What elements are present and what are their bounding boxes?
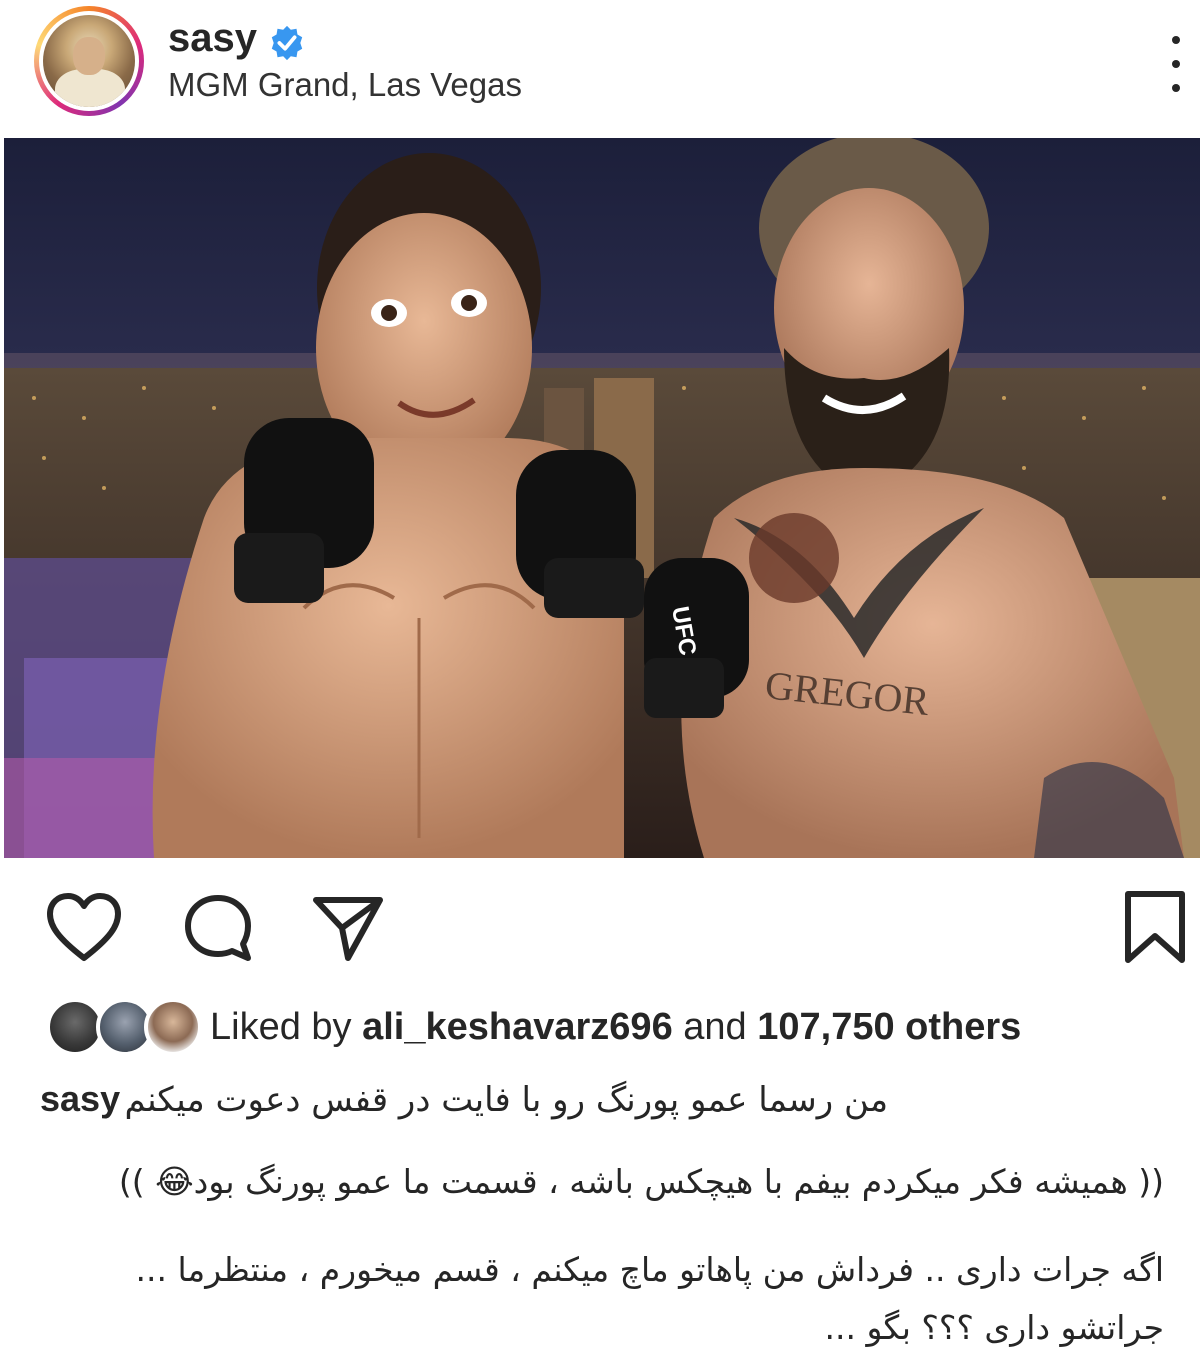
liker-avatar: [144, 998, 202, 1056]
avatar-photo: [43, 15, 135, 107]
post-header: sasy MGM Grand, Las Vegas: [0, 0, 1200, 138]
liked-by-user-link[interactable]: ali_keshavarz696: [362, 1006, 673, 1048]
post-image[interactable]: GREGOR UFC: [4, 138, 1200, 858]
heart-icon[interactable]: [46, 892, 122, 964]
bookmark-icon[interactable]: [1122, 890, 1188, 964]
post-location[interactable]: MGM Grand, Las Vegas: [168, 66, 522, 104]
likes-and: and: [683, 1006, 747, 1048]
comment-icon[interactable]: [182, 892, 254, 964]
caption-text-line2: اگه جرات داری .. فرداش من پاهاتو ماچ میک…: [135, 1250, 1164, 1289]
paper-plane-icon[interactable]: [312, 892, 384, 964]
likes-summary: Liked by ali_keshavarz696 and 107,750 ot…: [44, 996, 1184, 1062]
caption-text-line3: جراتشو داری ؟؟؟ بگو ...: [824, 1308, 1164, 1347]
caption-username[interactable]: sasy: [40, 1078, 120, 1119]
caption-text-line0: من رسما عمو پورنگ رو با فایت در قفس دعوت…: [124, 1080, 889, 1120]
profile-avatar[interactable]: [34, 6, 144, 116]
likes-count-link[interactable]: 107,750 others: [757, 1006, 1021, 1048]
likes-text: Liked by ali_keshavarz696 and 107,750 ot…: [210, 1006, 1021, 1049]
username[interactable]: sasy: [168, 16, 257, 61]
caption-text-line1: (( همیشه فکر میکردم بیفم با هیچکس باشه ،…: [118, 1162, 1164, 1201]
caption-first-line: sasy من رسما عمو پورنگ رو با فایت در قفس…: [40, 1078, 1180, 1126]
more-options-icon[interactable]: [1166, 36, 1186, 92]
post-actions: [0, 860, 1200, 980]
likes-prefix: Liked by: [210, 1006, 352, 1048]
liker-avatars[interactable]: [44, 996, 202, 1062]
verified-badge-icon: [271, 25, 303, 61]
post-photo-illustration: GREGOR UFC: [4, 138, 1200, 858]
